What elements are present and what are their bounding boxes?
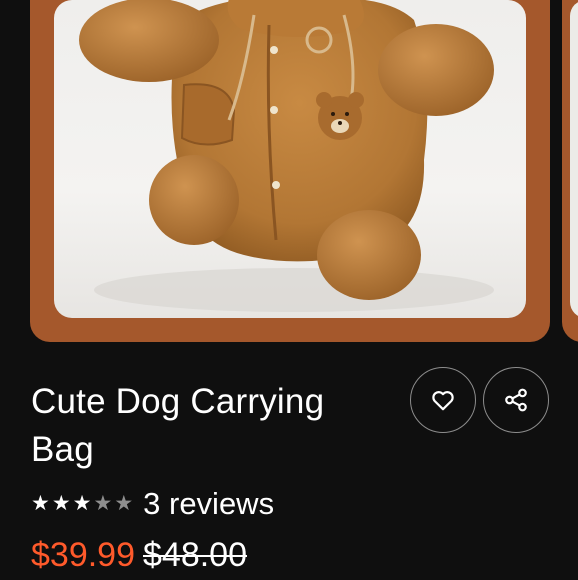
favorite-button[interactable]	[410, 367, 476, 433]
current-price: $39.99	[31, 536, 135, 574]
price-row: $39.99 $48.00	[31, 536, 247, 575]
star-empty-icon: ★	[93, 492, 113, 515]
heart-icon	[432, 391, 454, 411]
star-rating: ★ ★ ★ ★ ★	[31, 486, 133, 522]
rating-row[interactable]: ★ ★ ★ ★ ★ 3 reviews	[31, 484, 274, 524]
reviews-link[interactable]: 3 reviews	[143, 484, 274, 524]
star-filled-icon: ★	[72, 492, 92, 515]
product-page: Cute Dog Carrying Bag ★ ★ ★ ★ ★ 3 reviews $3…	[0, 0, 578, 580]
product-image-card[interactable]	[30, 0, 550, 342]
product-photo[interactable]	[54, 0, 526, 318]
star-filled-icon: ★	[31, 492, 50, 515]
next-image-card[interactable]	[562, 0, 578, 342]
star-filled-icon: ★	[51, 492, 71, 515]
star-empty-icon: ★	[114, 492, 134, 515]
product-title: Cute Dog Carrying Bag	[31, 382, 325, 469]
original-price: $48.00	[143, 536, 247, 574]
share-icon	[505, 388, 527, 412]
bear-bag-image	[79, 0, 494, 312]
share-button[interactable]	[483, 367, 549, 433]
